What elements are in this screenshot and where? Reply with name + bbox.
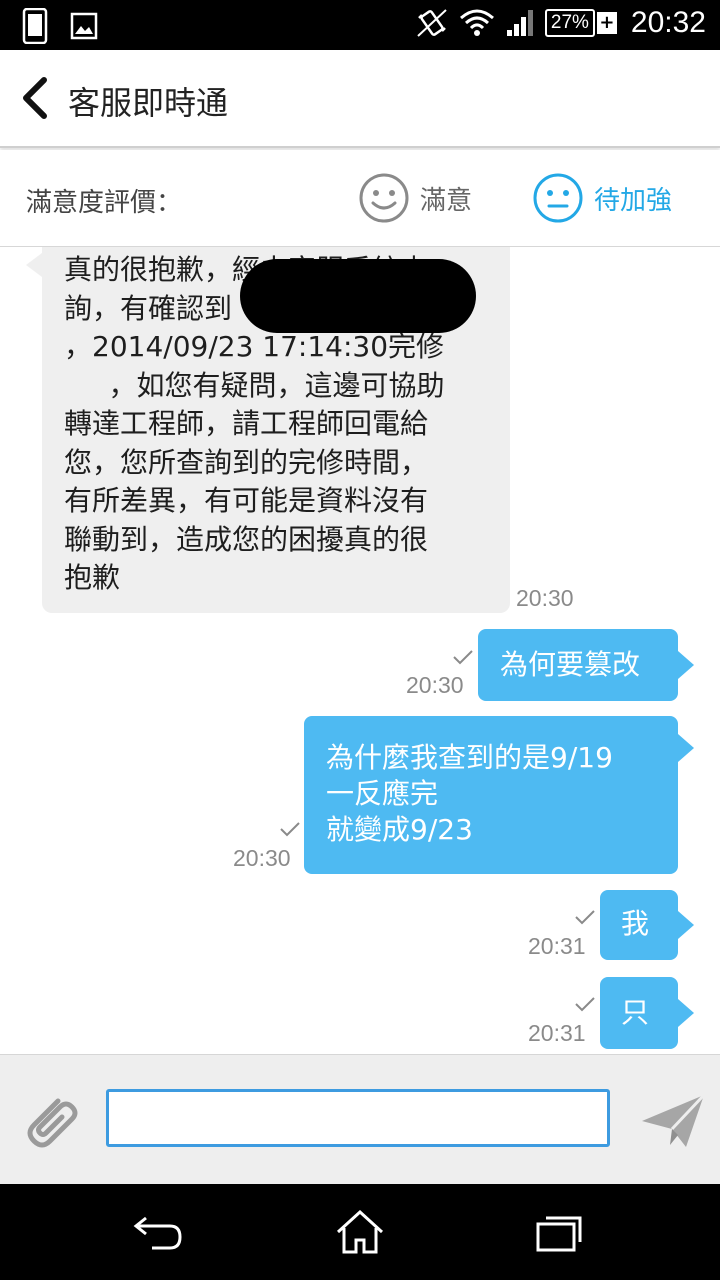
battery-percent: 27% bbox=[544, 9, 595, 37]
back-icon bbox=[133, 1216, 182, 1250]
bubble-tail bbox=[678, 999, 694, 1027]
rating-label: 滿意度評價： bbox=[26, 188, 183, 218]
app-bar: 客服即時通 bbox=[0, 50, 720, 148]
composer-bar bbox=[0, 1054, 720, 1185]
message-time: 20:30 bbox=[406, 672, 464, 698]
outgoing-message-bubble[interactable]: 為何要篡改 bbox=[478, 629, 694, 701]
smile-icon bbox=[359, 173, 409, 223]
outgoing-message-bubble[interactable]: 為什麼我查到的是9/19 一反應完 就變成9/23 bbox=[304, 716, 694, 874]
nav-recents-button[interactable] bbox=[532, 1210, 588, 1254]
image-icon bbox=[70, 12, 98, 40]
status-time: 20:32 bbox=[630, 6, 706, 39]
message-time: 20:31 bbox=[528, 933, 586, 959]
message-text: 為何要篡改 bbox=[500, 648, 641, 681]
read-check-icon bbox=[575, 910, 595, 925]
send-icon bbox=[642, 1093, 706, 1147]
rating-needs-improvement-option[interactable]: 待加強 bbox=[532, 172, 672, 224]
read-check-icon bbox=[575, 997, 595, 1012]
home-icon bbox=[336, 1209, 384, 1254]
rating-satisfied-label: 滿意 bbox=[420, 185, 473, 216]
message-text: 只 bbox=[621, 996, 650, 1029]
nav-back-button[interactable] bbox=[132, 1210, 188, 1254]
chevron-left-icon bbox=[23, 77, 47, 119]
send-button[interactable] bbox=[640, 1091, 706, 1151]
wifi-icon bbox=[459, 9, 494, 36]
attach-button[interactable] bbox=[18, 1087, 82, 1151]
rating-needs-improvement-label: 待加強 bbox=[594, 185, 673, 216]
message-time: 20:31 bbox=[528, 1020, 586, 1046]
system-nav-bar bbox=[0, 1184, 720, 1280]
rating-satisfied-option[interactable]: 滿意 bbox=[358, 172, 472, 224]
rating-bar: 滿意度評價： 滿意 待加強 bbox=[0, 150, 720, 247]
outgoing-message-bubble[interactable]: 我 bbox=[600, 890, 694, 960]
incoming-message-bubble[interactable]: 真的很抱歉，經由客服系統查 詢，有確認到 ，2014/09/23 17:14:3… bbox=[26, 247, 510, 613]
signal-icon bbox=[506, 10, 533, 36]
message-time: 20:30 bbox=[516, 585, 574, 611]
message-time: 20:30 bbox=[233, 845, 291, 871]
phone-icon bbox=[22, 8, 48, 44]
nav-home-button[interactable] bbox=[332, 1209, 388, 1254]
bubble-tail bbox=[678, 911, 694, 939]
paperclip-icon bbox=[27, 1098, 78, 1148]
chat-messages[interactable]: 真的很抱歉，經由客服系統查 詢，有確認到 ，2014/09/23 17:14:3… bbox=[0, 247, 720, 1053]
back-button[interactable] bbox=[14, 72, 62, 124]
message-input[interactable] bbox=[106, 1089, 610, 1147]
recents-icon bbox=[536, 1216, 582, 1252]
battery-icon: 27% + bbox=[544, 9, 617, 37]
bubble-tail bbox=[26, 253, 42, 277]
message-text: 為什麼我查到的是9/19 一反應完 就變成9/23 bbox=[326, 741, 613, 846]
neutral-face-icon bbox=[533, 173, 583, 223]
read-check-icon bbox=[280, 822, 300, 837]
bubble-tail bbox=[678, 651, 694, 679]
outgoing-message-bubble[interactable]: 只 bbox=[600, 977, 694, 1049]
battery-charging-indicator: + bbox=[596, 12, 617, 34]
redaction-mark bbox=[240, 259, 476, 333]
status-bar: 27% + 20:32 bbox=[0, 0, 720, 50]
message-text: 我 bbox=[621, 907, 650, 940]
page-title: 客服即時通 bbox=[68, 84, 229, 122]
read-check-icon bbox=[453, 650, 473, 665]
vibrate-icon bbox=[417, 9, 447, 37]
bubble-tail bbox=[678, 734, 694, 762]
